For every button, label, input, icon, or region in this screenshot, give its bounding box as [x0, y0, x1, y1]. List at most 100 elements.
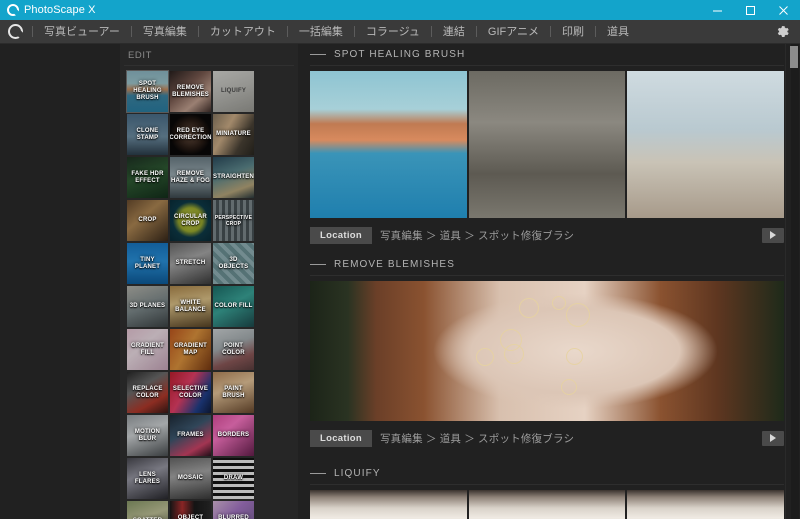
- tool-object-mask[interactable]: OBJECT MASK: [170, 501, 211, 519]
- tool-label: TINY PLANET: [134, 256, 161, 270]
- menu-item-print[interactable]: 印刷: [551, 20, 595, 44]
- tool-label: 3D OBJECTS: [218, 256, 249, 270]
- location-badge: Location: [310, 429, 372, 447]
- tool-selective-color[interactable]: SELECTIVE COLOR: [170, 372, 211, 413]
- tool-3d-objects[interactable]: 3D OBJECTS: [213, 243, 254, 284]
- blemish-marker: [565, 303, 590, 328]
- tool-label: MOSAIC: [177, 475, 204, 481]
- section-liquify: LIQUIFY: [310, 463, 785, 519]
- preview-image[interactable]: [468, 71, 626, 218]
- breadcrumb: 写真編集 ＞ 道具 ＞ スポット修復ブラシ: [379, 432, 575, 445]
- tool-red-eye-correction[interactable]: RED EYE CORRECTION: [170, 114, 211, 155]
- tool-crop[interactable]: CROP: [127, 200, 168, 241]
- tool-label: 3D PLANES: [129, 303, 166, 309]
- app-window: PhotoScape X 写真ビューアー 写真編集 カットアウト 一括編集 コラ…: [0, 0, 800, 519]
- blemish-marker: [475, 348, 494, 367]
- dash-icon: [310, 54, 326, 55]
- menu-item-tools[interactable]: 道具: [596, 20, 640, 44]
- menu-item-combine[interactable]: 連結: [432, 20, 476, 44]
- tool-circular-crop[interactable]: CIRCULAR CROP: [170, 200, 211, 241]
- tool-label: SELECTIVE COLOR: [172, 385, 209, 399]
- content-scrollbar-thumb[interactable]: [790, 46, 798, 68]
- tool-miniature[interactable]: MINIATURE: [213, 114, 254, 155]
- menu-item-photo-viewer[interactable]: 写真ビューアー: [33, 20, 131, 44]
- tool-clone-stamp[interactable]: CLONE STAMP: [127, 114, 168, 155]
- menu-item-cutout[interactable]: カットアウト: [199, 20, 287, 44]
- tool-remove-blemishes[interactable]: REMOVE BLEMISHES: [170, 71, 211, 112]
- location-row: Location 写真編集 ＞ 道具 ＞ スポット修復ブラシ: [310, 222, 784, 248]
- menu-item-gif-animation[interactable]: GIFアニメ: [477, 20, 550, 44]
- tool-label: DRAW: [223, 475, 244, 481]
- preview-image[interactable]: [627, 71, 785, 218]
- tool-label: REPLACE COLOR: [132, 385, 163, 399]
- section-header: REMOVE BLEMISHES: [310, 254, 784, 276]
- tool-fake-hdr-effect[interactable]: FAKE HDR EFFECT: [127, 157, 168, 198]
- play-icon[interactable]: [762, 430, 784, 446]
- app-logo-icon[interactable]: [8, 24, 23, 39]
- tool-borders[interactable]: BORDERS: [213, 415, 254, 456]
- tool-grid-edit: SPOT HEALING BRUSH REMOVE BLEMISHES LIQU…: [124, 70, 294, 519]
- tool-label: LENS FLARES: [134, 471, 161, 485]
- tool-point-color[interactable]: POINT COLOR: [213, 329, 254, 370]
- tool-blurred-texture[interactable]: BLURRED TEXTURE: [213, 501, 254, 519]
- content-scrollbar-track[interactable]: [790, 44, 799, 519]
- tool-label: CROP: [138, 217, 157, 223]
- tool-label: MINIATURE: [216, 131, 251, 137]
- section-title: LIQUIFY: [334, 468, 381, 479]
- tool-remove-haze-and-fog[interactable]: REMOVE HAZE & FOG: [170, 157, 211, 198]
- tool-spot-healing-brush[interactable]: SPOT HEALING BRUSH: [126, 70, 169, 113]
- tool-perspective-crop[interactable]: PERSPECTIVE CROP: [213, 200, 254, 241]
- tool-straighten[interactable]: STRAIGHTEN: [213, 157, 254, 198]
- preview-image[interactable]: [310, 281, 784, 421]
- maximize-button[interactable]: [734, 0, 767, 20]
- section-title: SPOT HEALING BRUSH: [334, 49, 466, 60]
- minimize-button[interactable]: [701, 0, 734, 20]
- section-spot-healing-brush: SPOT HEALING BRUSH Location 写真編集 ＞ 道具 ＞ …: [310, 44, 785, 248]
- tool-motion-blur[interactable]: MOTION BLUR: [127, 415, 168, 456]
- tool-draw[interactable]: DRAW: [213, 458, 254, 499]
- tool-white-balance[interactable]: WHITE BALANCE: [170, 286, 211, 327]
- tool-frames[interactable]: FRAMES: [170, 415, 211, 456]
- left-empty-panel: [0, 44, 120, 519]
- tool-label: FAKE HDR EFFECT: [131, 170, 164, 184]
- main-menu-bar: 写真ビューアー 写真編集 カットアウト 一括編集 コラージュ 連結 GIFアニメ…: [0, 20, 800, 44]
- tool-label: REMOVE BLEMISHES: [172, 84, 209, 98]
- section-header: LIQUIFY: [310, 463, 784, 485]
- main-body: EDIT SPOT HEALING BRUSH REMOVE BLEMISHES…: [0, 44, 800, 519]
- tool-liquify[interactable]: LIQUIFY: [213, 71, 254, 112]
- window-title: PhotoScape X: [24, 4, 96, 16]
- tool-label: SPOT HEALING BRUSH: [133, 81, 162, 101]
- blemish-marker: [504, 344, 525, 364]
- tool-stretch[interactable]: STRETCH: [170, 243, 211, 284]
- tool-gradient-map[interactable]: GRADIENT MAP: [170, 329, 211, 370]
- blemish-marker: [551, 296, 566, 311]
- play-icon[interactable]: [762, 227, 784, 243]
- tool-label: CLONE STAMP: [136, 127, 159, 141]
- tool-label: FRAMES: [177, 432, 204, 438]
- section-title: REMOVE BLEMISHES: [334, 259, 455, 270]
- preview-image[interactable]: [310, 71, 467, 218]
- section-header: SPOT HEALING BRUSH: [310, 44, 784, 66]
- tool-replace-color[interactable]: REPLACE COLOR: [127, 372, 168, 413]
- preview-image[interactable]: [627, 490, 785, 519]
- menu-item-photo-editor[interactable]: 写真編集: [132, 20, 198, 44]
- tool-scatter[interactable]: SCATTER: [127, 501, 168, 519]
- photoscape-logo-icon: [7, 4, 19, 16]
- tool-mosaic[interactable]: MOSAIC: [170, 458, 211, 499]
- menu-item-batch[interactable]: 一括編集: [288, 20, 354, 44]
- tool-tiny-planet[interactable]: TINY PLANET: [127, 243, 168, 284]
- menu-item-collage[interactable]: コラージュ: [355, 20, 431, 44]
- grid-section-label-edit: EDIT: [124, 44, 294, 66]
- tool-3d-planes[interactable]: 3D PLANES: [127, 286, 168, 327]
- close-button[interactable]: [767, 0, 800, 20]
- panel-divider: [785, 44, 786, 519]
- tool-color-fill[interactable]: COLOR FILL: [213, 286, 254, 327]
- preview-image[interactable]: [468, 490, 626, 519]
- tool-gradient-fill[interactable]: GRADIENT FILL: [127, 329, 168, 370]
- tool-lens-flares[interactable]: LENS FLARES: [127, 458, 168, 499]
- preview-image[interactable]: [310, 490, 467, 519]
- dash-icon: [310, 473, 326, 474]
- tool-paint-brush[interactable]: PAINT BRUSH: [213, 372, 254, 413]
- tool-grid-panel[interactable]: EDIT SPOT HEALING BRUSH REMOVE BLEMISHES…: [120, 44, 298, 519]
- gear-icon[interactable]: [774, 24, 790, 40]
